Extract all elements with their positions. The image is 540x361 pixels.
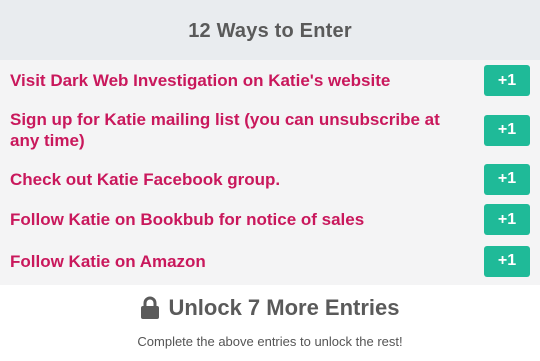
giveaway-widget: 12 Ways to Enter Visit Dark Web Investig… xyxy=(0,0,540,361)
entry-label: Check out Katie Facebook group. xyxy=(10,169,281,189)
unlock-title-text: Unlock 7 More Entries xyxy=(168,295,400,320)
entry-points-badge[interactable]: +1 xyxy=(484,204,530,235)
entry-list: Visit Dark Web Investigation on Katie's … xyxy=(0,60,540,285)
entry-label: Visit Dark Web Investigation on Katie's … xyxy=(10,71,391,90)
unlock-subtitle: Complete the above entries to unlock the… xyxy=(137,334,403,349)
entry-label: Sign up for Katie mailing list (you can … xyxy=(10,110,440,150)
entries-header-title: 12 Ways to Enter xyxy=(188,19,352,42)
entry-facebook-group[interactable]: Check out Katie Facebook group. +1 xyxy=(0,159,540,199)
entry-points-badge[interactable]: +1 xyxy=(484,114,530,146)
entry-label: Follow Katie on Bookbub for notice of sa… xyxy=(10,210,365,229)
entry-mailing-list[interactable]: Sign up for Katie mailing list (you can … xyxy=(0,99,540,159)
entry-points-badge[interactable]: +1 xyxy=(484,65,530,96)
entry-label: Follow Katie on Amazon xyxy=(10,251,206,271)
entry-points-badge[interactable]: +1 xyxy=(484,163,530,195)
entry-points-badge[interactable]: +1 xyxy=(484,245,530,277)
entry-amazon-follow[interactable]: Follow Katie on Amazon +1 xyxy=(0,240,540,282)
entry-bookbub-follow[interactable]: Follow Katie on Bookbub for notice of sa… xyxy=(0,199,540,240)
lock-icon xyxy=(141,296,160,319)
entry-visit-website[interactable]: Visit Dark Web Investigation on Katie's … xyxy=(0,62,540,99)
unlock-section: Unlock 7 More Entries Complete the above… xyxy=(0,285,540,349)
unlock-title: Unlock 7 More Entries xyxy=(140,291,400,325)
entries-header: 12 Ways to Enter xyxy=(0,0,540,60)
